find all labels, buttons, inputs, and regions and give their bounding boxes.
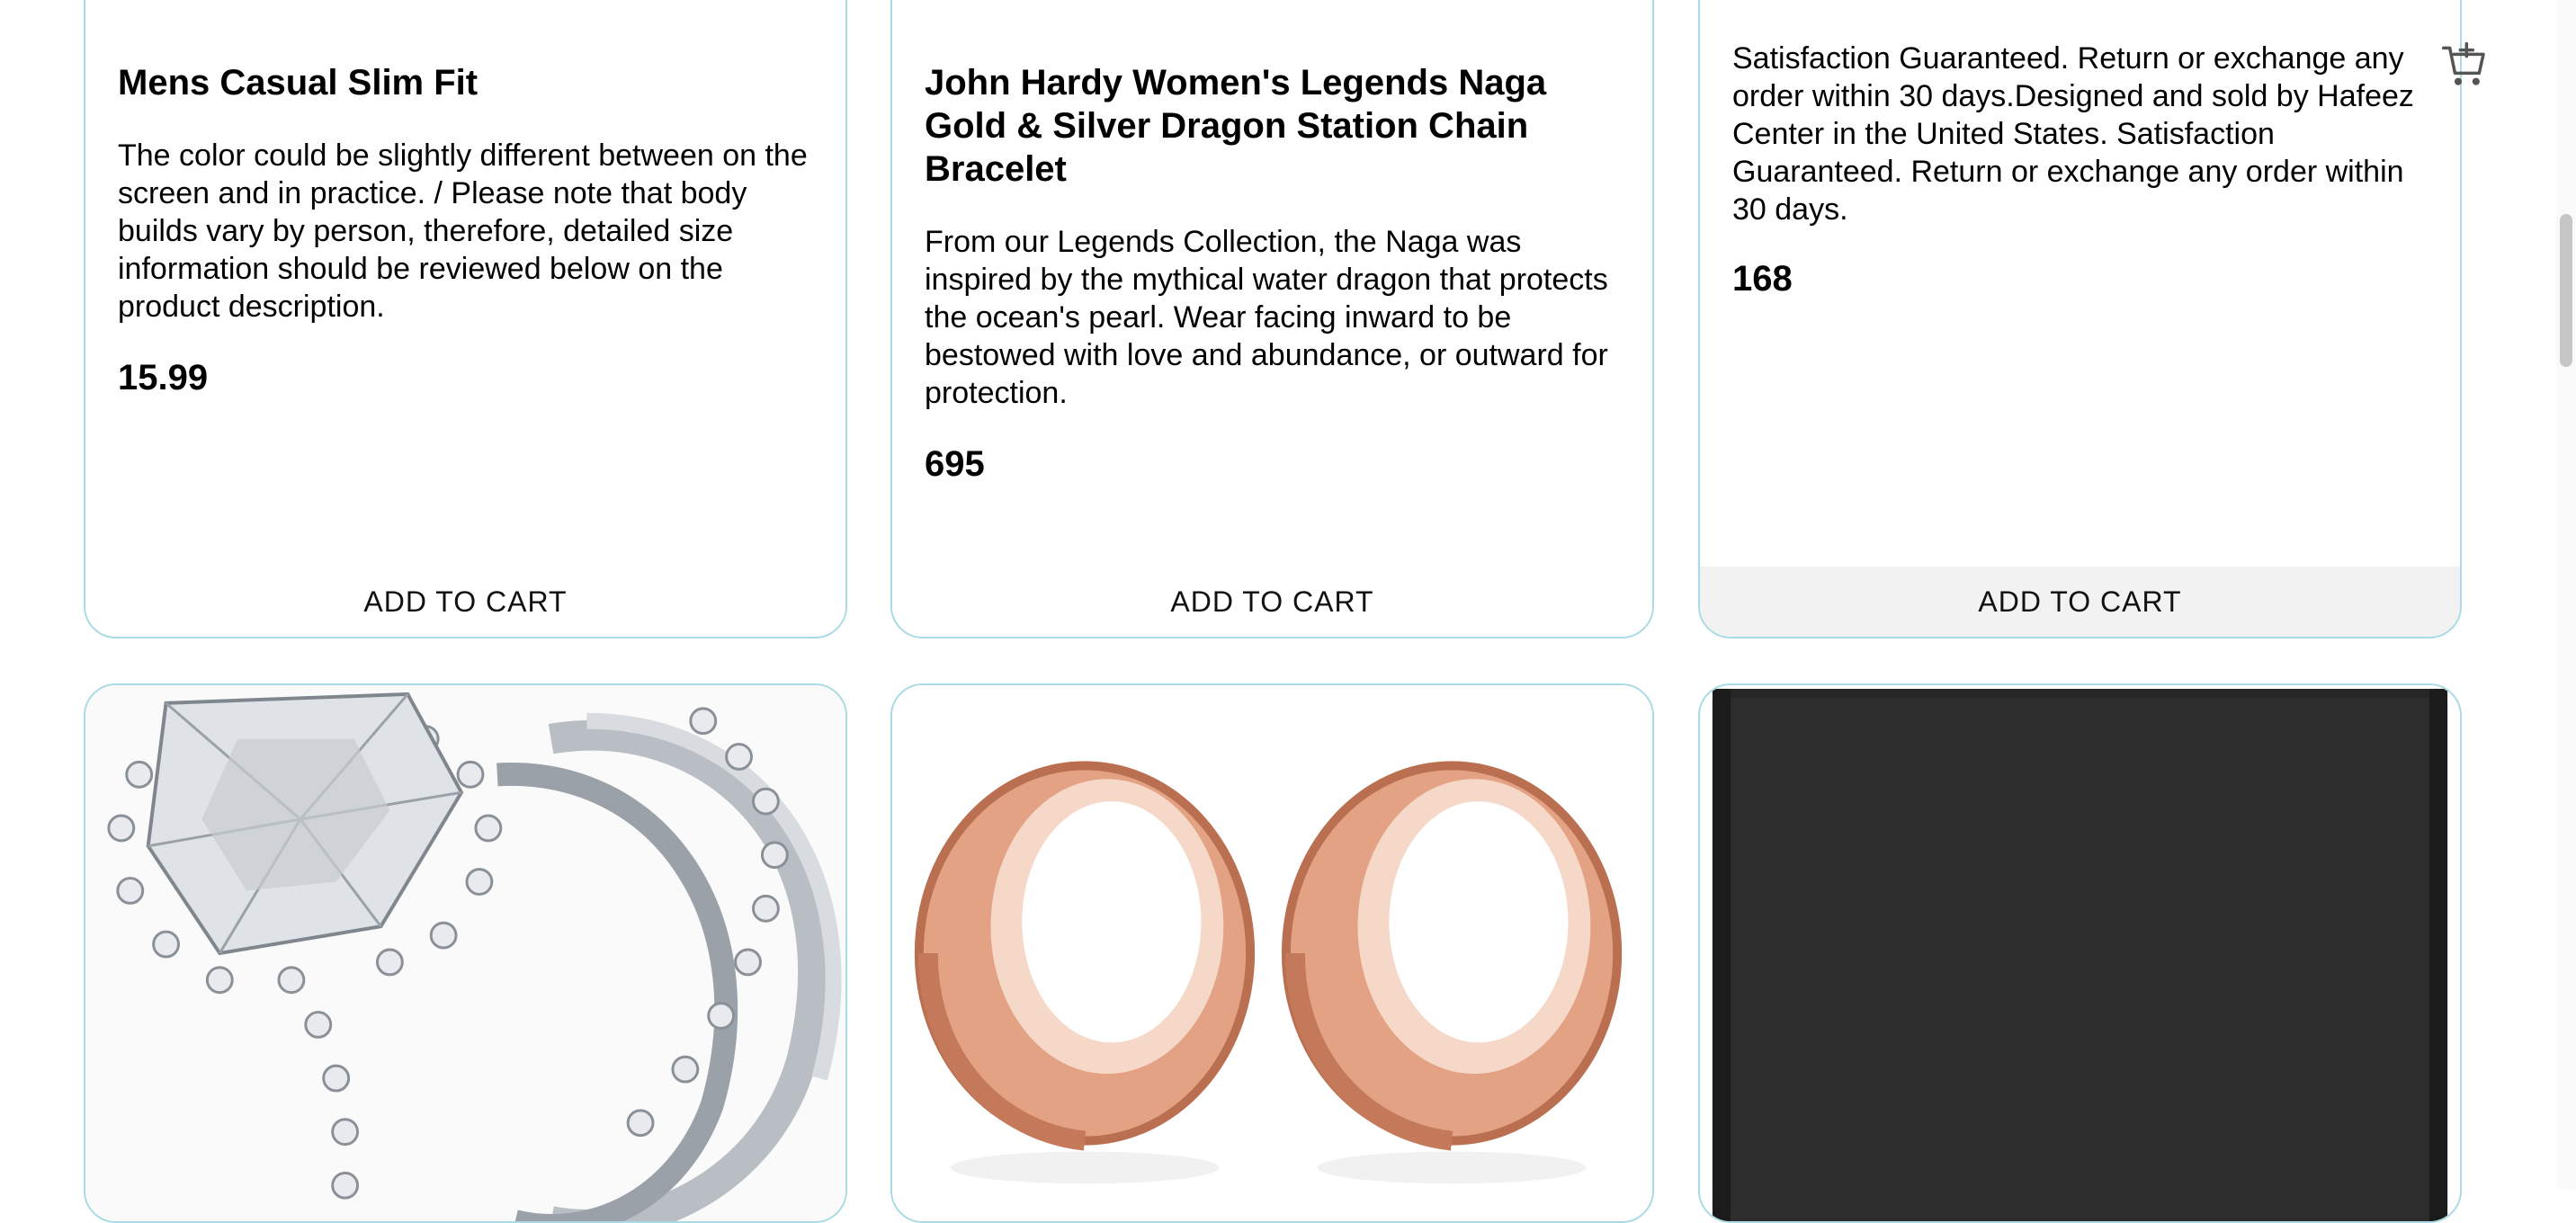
black-device-image[interactable]: [1700, 685, 2460, 1221]
product-description: The color could be slightly different be…: [118, 138, 808, 324]
ring-image[interactable]: [85, 685, 845, 1221]
product-price: 695: [925, 444, 985, 484]
product-card: John Hardy Women's Legends Naga Gold & S…: [890, 0, 1654, 638]
add-to-cart-button[interactable]: ADD TO CART: [85, 567, 845, 637]
scrollbar-track[interactable]: [2556, 0, 2576, 1189]
product-card: [1698, 683, 2462, 1223]
add-to-cart-button[interactable]: ADD TO CART: [1700, 567, 2460, 637]
card-body: Satisfaction Guaranteed. Return or excha…: [1732, 40, 2428, 300]
add-cart-icon[interactable]: [2439, 40, 2490, 90]
product-price: 168: [1732, 259, 1793, 299]
card-body: John Hardy Women's Legends Naga Gold & S…: [925, 61, 1620, 486]
card-body: Mens Casual Slim Fit The color could be …: [118, 61, 813, 399]
product-card: Mens Casual Slim Fit The color could be …: [84, 0, 847, 638]
add-to-cart-button[interactable]: ADD TO CART: [892, 567, 1652, 637]
product-card: [890, 683, 1654, 1223]
product-card: [84, 683, 847, 1223]
product-price: 15.99: [118, 358, 209, 397]
product-card: Satisfaction Guaranteed. Return or excha…: [1698, 0, 2462, 638]
rose-gold-plugs-image[interactable]: [892, 685, 1652, 1221]
product-description: Satisfaction Guaranteed. Return or excha…: [1732, 41, 2414, 227]
product-title: Mens Casual Slim Fit: [118, 63, 479, 103]
product-title: John Hardy Women's Legends Naga Gold & S…: [925, 63, 1547, 189]
scrollbar-thumb[interactable]: [2560, 214, 2572, 367]
product-description: From our Legends Collection, the Naga wa…: [925, 225, 1608, 410]
